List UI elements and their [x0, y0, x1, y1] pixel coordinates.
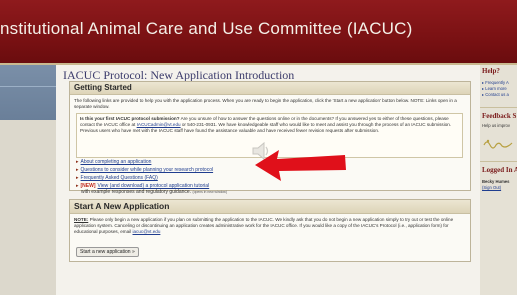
site-title: nstitutional Animal Care and Use Committ… [0, 19, 413, 38]
pointer-arrow-icon [255, 150, 346, 181]
feedback-section: Feedback S Help us improv [480, 112, 517, 129]
getting-started-heading: Getting Started [70, 82, 470, 95]
start-application-panel: Start A New Application NOTE: Please onl… [69, 199, 471, 262]
bullet-arrow-icon: ▸ [76, 159, 79, 165]
logged-in-section: Logged In A Becky Humes (Sign Out) [480, 166, 517, 191]
iacuc-email-link[interactable]: iacuc@vt.edu [132, 229, 160, 234]
help-item-contact[interactable]: ▸ Contact us a [480, 92, 517, 98]
link-questions-to-consider[interactable]: ▸ Questions to consider while planning yo… [76, 167, 213, 173]
start-new-application-button[interactable]: Start a new application » [76, 247, 139, 257]
getting-started-intro: The following links are provided to help… [74, 98, 457, 110]
feedback-title: Feedback S [482, 112, 517, 120]
right-sidebar: Help? ▸ Frequently A ▸ Learn more ▸ Cont… [480, 65, 517, 295]
sign-out-link[interactable]: (Sign Out) [480, 185, 517, 191]
site-header: nstitutional Animal Care and Use Committ… [0, 0, 517, 63]
tutorial-subtext: with example responses and regulatory gu… [81, 189, 227, 195]
bullet-arrow-icon: ▸ [76, 183, 79, 189]
right-divider [480, 107, 517, 108]
right-divider [480, 161, 517, 162]
left-nav-separator [0, 86, 56, 87]
feedback-text: Help us improv [482, 123, 510, 128]
bullet-arrow-icon: ▸ [76, 167, 79, 173]
left-nav-block[interactable] [0, 65, 56, 120]
feedback-signature-icon[interactable] [482, 137, 516, 151]
start-application-note: NOTE: Please only begin a new applicatio… [74, 217, 454, 235]
link-faq[interactable]: ▸ Frequently Asked Questions (FAQ) [76, 175, 158, 181]
help-section: Help? ▸ Frequently A ▸ Learn more ▸ Cont… [480, 67, 517, 98]
logged-in-title: Logged In A [482, 166, 517, 174]
start-application-heading: Start A New Application [70, 200, 470, 214]
help-title: Help? [482, 67, 500, 75]
iacuc-admin-email-link[interactable]: IACUCadmin@vt.edu [137, 122, 181, 127]
first-submission-question: Is this your first IACUC protocol submis… [80, 116, 180, 121]
bullet-arrow-icon: ▸ [76, 175, 79, 181]
first-submission-text: Is this your first IACUC protocol submis… [80, 116, 460, 135]
link-about-completing[interactable]: ▸ About completing an application [76, 159, 151, 165]
